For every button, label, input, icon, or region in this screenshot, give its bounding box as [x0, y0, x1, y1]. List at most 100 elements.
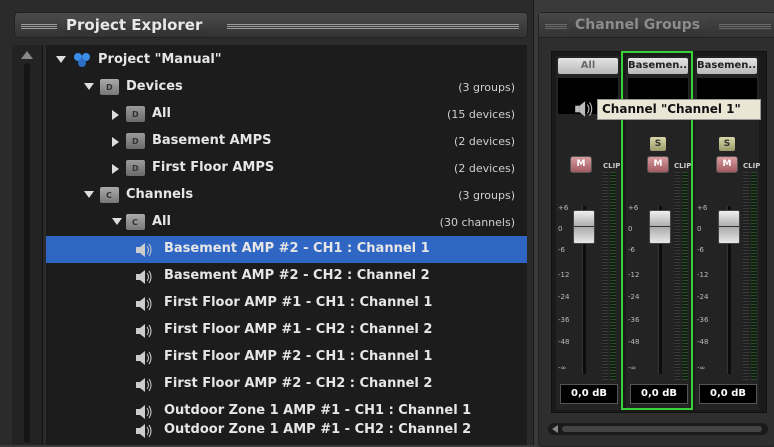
vertical-scrollbar[interactable] [12, 45, 43, 445]
tree-item-project[interactable]: Project "Manual" [46, 47, 527, 74]
channel-label: Outdoor Zone 1 AMP #1 - CH1 : Channel 1 [164, 403, 472, 418]
speaker-icon [136, 324, 152, 338]
scale-tick: -12 [558, 271, 570, 279]
clip-label: CLIP [603, 162, 621, 170]
channel-groups-titlebar[interactable]: Channel Groups [539, 13, 774, 38]
scale-tick: -12 [628, 271, 640, 279]
level-meter [610, 172, 616, 380]
strip-name-button[interactable]: Basemen... [697, 58, 757, 74]
grip-right-icon [719, 24, 771, 30]
strip-name-button[interactable]: Basemen... [628, 58, 688, 74]
channel-label: Basement AMP #2 - CH2 : Channel 2 [164, 268, 430, 283]
scale-tick: -48 [628, 338, 640, 346]
horizontal-scrollbar[interactable] [548, 423, 768, 435]
item-count: (30 channels) [439, 216, 515, 229]
solo-button[interactable]: S [719, 137, 735, 151]
speaker-icon [136, 243, 152, 257]
tree-item-label: Project "Manual" [98, 52, 222, 67]
tree-item-label: All [152, 106, 171, 121]
expand-toggle-icon[interactable] [112, 110, 119, 120]
tree-item-label: Channels [126, 187, 194, 202]
level-meter [743, 172, 749, 380]
scale-tick: -12 [697, 271, 709, 279]
tree-item-devices[interactable]: Devices (3 groups) [46, 74, 527, 101]
scale-tick: -24 [558, 293, 570, 301]
tree-item-all-channels[interactable]: All (30 channels) [46, 209, 527, 236]
scroll-left-icon[interactable] [552, 425, 558, 433]
grip-right-icon [227, 24, 519, 30]
tree-item-channels[interactable]: Channels (3 groups) [46, 182, 527, 209]
level-meter [751, 172, 757, 380]
expand-toggle-icon[interactable] [84, 83, 94, 90]
tree-item-first-floor-amps[interactable]: First Floor AMPS (2 devices) [46, 155, 527, 182]
scroll-track[interactable] [562, 426, 762, 432]
expand-toggle-icon[interactable] [112, 164, 119, 174]
folder-icon [126, 160, 145, 176]
channel-groups-panel: Channel Groups All M CLIP +6 0 -6 -12 -2… [538, 12, 774, 447]
item-count: (15 devices) [447, 108, 515, 121]
tree-item-basement-amps[interactable]: Basement AMPS (2 devices) [46, 128, 527, 155]
tree-item-label: Basement AMPS [152, 133, 272, 148]
project-icon [74, 53, 90, 67]
fader-handle[interactable] [718, 210, 740, 244]
scale-tick: -∞ [558, 364, 567, 372]
grip-left-icon [545, 24, 567, 30]
item-count: (3 groups) [458, 189, 515, 202]
channel-item[interactable]: Outdoor Zone 1 AMP #1 - CH2 : Channel 2 [46, 417, 527, 444]
grip-left-icon [21, 24, 57, 30]
channel-item[interactable]: First Floor AMP #1 - CH1 : Channel 1 [46, 290, 527, 317]
folder-icon [126, 133, 145, 149]
channel-tooltip: Channel "Channel 1" [597, 99, 761, 120]
channel-item[interactable]: First Floor AMP #1 - CH2 : Channel 2 [46, 317, 527, 344]
tree-item-all-devices[interactable]: All (15 devices) [46, 101, 527, 128]
scroll-up-icon[interactable] [21, 51, 33, 59]
speaker-icon [136, 378, 152, 392]
folder-open-icon [126, 214, 145, 230]
project-tree: Project "Manual" Devices (3 groups) All … [46, 45, 527, 445]
clip-label: CLIP [743, 162, 761, 170]
tree-item-label: Devices [126, 79, 183, 94]
speaker-icon [136, 424, 152, 438]
scale-tick: -24 [628, 293, 640, 301]
channel-item[interactable]: First Floor AMP #2 - CH1 : Channel 1 [46, 344, 527, 371]
scale-tick: -∞ [697, 364, 706, 372]
scale-tick: -48 [558, 338, 570, 346]
scroll-track[interactable] [24, 63, 30, 443]
item-count: (2 devices) [454, 162, 515, 175]
folder-open-icon [100, 187, 119, 203]
fader-handle[interactable] [649, 210, 671, 244]
channel-item[interactable]: Basement AMP #2 - CH1 : Channel 1 [46, 236, 527, 263]
strip-name-button[interactable]: All [558, 58, 618, 74]
level-meter [682, 172, 688, 380]
channel-item[interactable]: First Floor AMP #2 - CH2 : Channel 2 [46, 371, 527, 398]
mute-button[interactable]: M [716, 156, 738, 173]
expand-toggle-icon[interactable] [112, 218, 122, 225]
level-meter [602, 172, 608, 380]
panel-title: Channel Groups [569, 17, 707, 33]
expand-toggle-icon[interactable] [56, 56, 66, 63]
db-readout[interactable]: 0,0 dB [699, 384, 757, 404]
mute-button[interactable]: M [570, 156, 592, 173]
fader-handle[interactable] [573, 210, 595, 244]
db-readout[interactable]: 0,0 dB [630, 384, 688, 404]
expand-toggle-icon[interactable] [112, 137, 119, 147]
channel-item[interactable]: Basement AMP #2 - CH2 : Channel 2 [46, 263, 527, 290]
channel-label: Outdoor Zone 1 AMP #1 - CH2 : Channel 2 [164, 422, 472, 437]
folder-icon [126, 106, 145, 122]
scale-tick: -24 [697, 293, 709, 301]
channel-label: Basement AMP #2 - CH1 : Channel 1 [164, 241, 430, 256]
channel-label: First Floor AMP #1 - CH1 : Channel 1 [164, 295, 433, 310]
mute-button[interactable]: M [647, 156, 669, 173]
solo-button[interactable]: S [650, 137, 666, 151]
project-explorer-titlebar[interactable]: Project Explorer [14, 12, 528, 38]
tree-item-label: All [152, 214, 171, 229]
speaker-icon [575, 101, 593, 117]
scale-tick: -∞ [628, 364, 637, 372]
scale-tick: 0 [697, 225, 702, 233]
db-readout[interactable]: 0,0 dB [560, 384, 618, 404]
level-meter [674, 172, 680, 380]
expand-toggle-icon[interactable] [84, 191, 94, 198]
scale-tick: -48 [697, 338, 709, 346]
speaker-icon [136, 297, 152, 311]
speaker-icon [136, 270, 152, 284]
